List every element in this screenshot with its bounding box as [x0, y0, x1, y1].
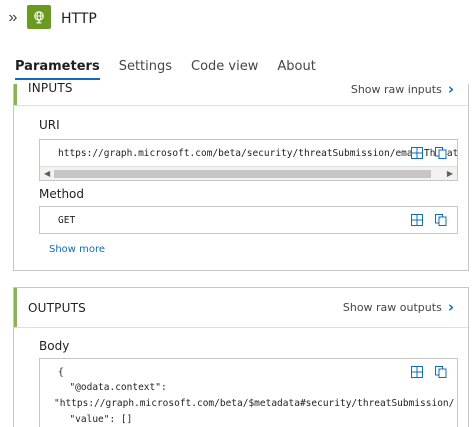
- inputs-title: INPUTS: [28, 81, 73, 95]
- outputs-title: OUTPUTS: [28, 301, 86, 315]
- show-raw-outputs-link[interactable]: Show raw outputs ›: [342, 298, 454, 316]
- double-chevron-right-icon[interactable]: »: [6, 9, 20, 27]
- show-more-link[interactable]: Show more: [49, 244, 105, 255]
- horizontal-scrollbar[interactable]: ◀ ▶: [40, 166, 457, 180]
- tab-code-view[interactable]: Code view: [191, 58, 258, 80]
- scroll-right-icon[interactable]: ▶: [447, 169, 453, 178]
- uri-label: URI: [39, 118, 60, 132]
- body-line: "value": []: [58, 414, 133, 425]
- globe-icon: [27, 5, 51, 29]
- body-label: Body: [39, 339, 70, 353]
- expand-icon[interactable]: [411, 214, 423, 226]
- scroll-thumb[interactable]: [54, 170, 431, 178]
- body-line: "@odata.context":: [58, 382, 167, 393]
- expand-icon[interactable]: [411, 147, 423, 159]
- tab-parameters[interactable]: Parameters: [15, 58, 100, 80]
- page-title: HTTP: [61, 11, 97, 27]
- copy-icon[interactable]: [435, 147, 447, 159]
- copy-icon[interactable]: [435, 366, 447, 378]
- scroll-left-icon[interactable]: ◀: [44, 169, 50, 178]
- tab-about[interactable]: About: [277, 58, 315, 80]
- show-raw-inputs-link[interactable]: Show raw inputs ›: [350, 80, 454, 98]
- body-line: {: [58, 367, 64, 378]
- copy-icon[interactable]: [435, 214, 447, 226]
- expand-icon[interactable]: [411, 366, 423, 378]
- outputs-panel-header[interactable]: OUTPUTS Show raw outputs ›: [14, 288, 468, 328]
- show-raw-inputs-label: Show raw inputs: [350, 82, 442, 96]
- inputs-panel-header[interactable]: INPUTS Show raw inputs ›: [14, 80, 468, 106]
- method-label: Method: [39, 187, 85, 201]
- method-value: GET: [58, 215, 76, 226]
- body-field[interactable]: { "@odata.context": "https://graph.micro…: [39, 358, 458, 427]
- method-field[interactable]: GET: [39, 206, 458, 234]
- outputs-panel: OUTPUTS Show raw outputs › Body { "@odat…: [13, 287, 469, 427]
- uri-value: https://graph.microsoft.com/beta/securit…: [58, 148, 458, 159]
- header: » HTTP: [0, 0, 474, 40]
- tab-settings[interactable]: Settings: [119, 58, 172, 80]
- chevron-right-icon: ›: [447, 80, 454, 98]
- body-line: "https://graph.microsoft.com/beta/$metad…: [54, 398, 455, 409]
- uri-field[interactable]: https://graph.microsoft.com/beta/securit…: [39, 139, 458, 181]
- show-raw-outputs-label: Show raw outputs: [342, 300, 442, 314]
- inputs-panel: INPUTS Show raw inputs › URI https://gra…: [13, 80, 469, 271]
- chevron-right-icon: ›: [447, 298, 454, 316]
- tab-bar: Parameters Settings Code view About: [15, 58, 335, 82]
